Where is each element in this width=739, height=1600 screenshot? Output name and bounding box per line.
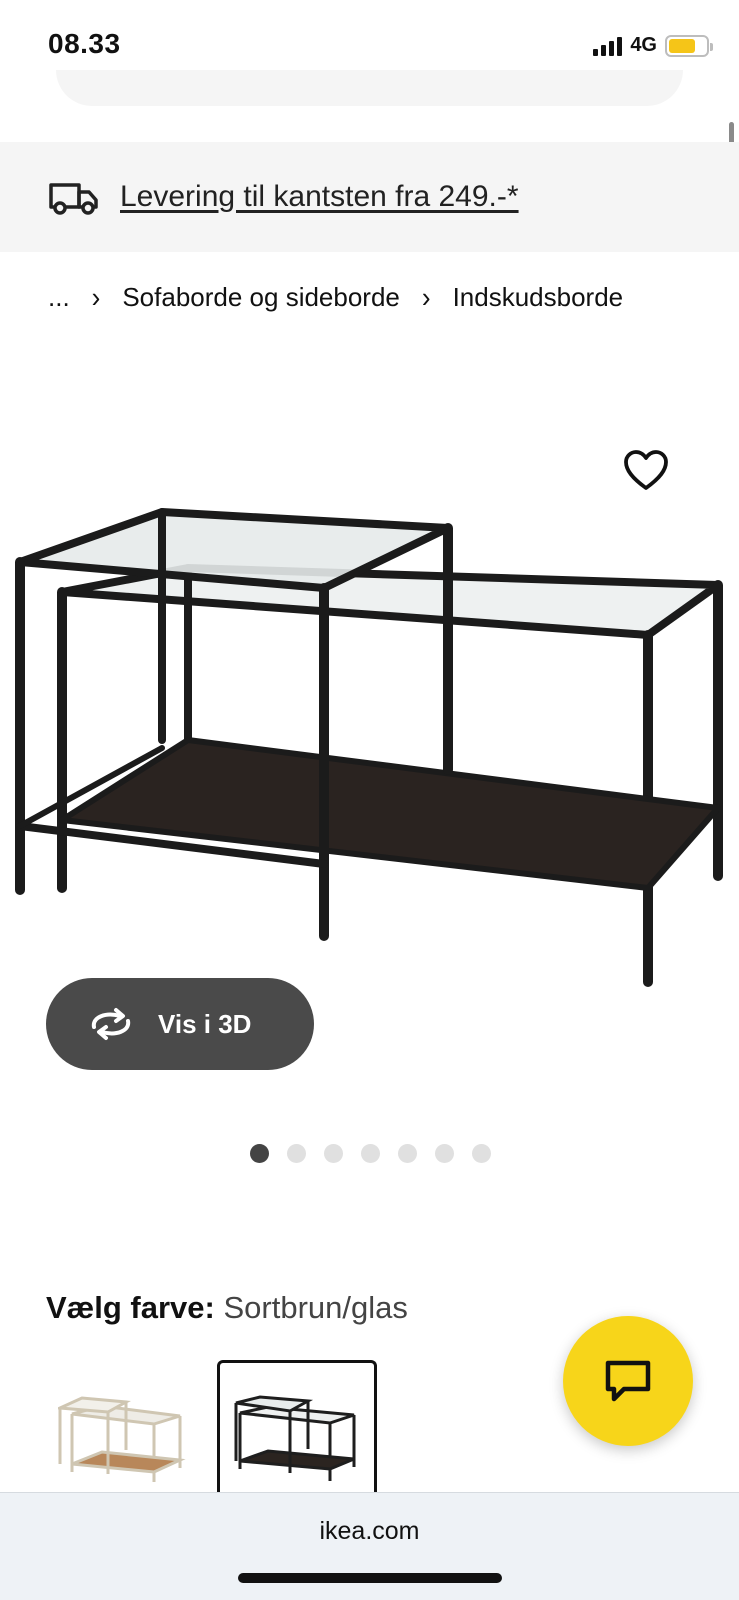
delivery-banner[interactable]: Levering til kantsten fra 249.-* [0,142,739,252]
color-label-value: Sortbrun/glas [223,1290,408,1325]
status-time: 08.33 [48,28,121,59]
swatch-black-brown-image [234,1395,356,1481]
swatch-white-stain-image [54,1396,186,1482]
color-swatch-black-brown-selected[interactable] [217,1360,377,1500]
battery-icon [665,34,713,57]
home-indicator[interactable] [238,1573,502,1583]
carousel-dot[interactable] [287,1144,306,1163]
color-selector-label: Vælg farve: Sortbrun/glas [46,1290,408,1326]
signal-icon [593,36,623,56]
breadcrumb-item-indskudsborde[interactable]: Indskudsborde [453,282,624,313]
delivery-link[interactable]: Levering til kantsten fra 249.-* [120,180,519,214]
view-3d-label: Vis i 3D [158,1008,252,1039]
carousel-indicator [250,1144,491,1163]
color-label-title: Vælg farve: [46,1290,215,1325]
url-text[interactable]: ikea.com [0,1517,739,1546]
carousel-dot[interactable] [361,1144,380,1163]
rotate-3d-icon [91,1008,131,1040]
carousel-dot[interactable] [324,1144,343,1163]
status-indicators: 4G [593,34,713,57]
product-image[interactable] [0,440,739,1000]
search-bar-edge [56,70,683,106]
breadcrumb-item-sofaborde[interactable]: Sofaborde og sideborde [122,282,400,313]
carousel-dot[interactable] [472,1144,491,1163]
network-type: 4G [630,34,657,56]
chat-button[interactable] [563,1316,693,1446]
carousel-dot[interactable] [250,1144,269,1163]
chevron-right-icon: › [91,280,101,314]
breadcrumb-ellipsis[interactable]: ... [48,282,70,313]
truck-icon [49,183,98,215]
carousel-dot[interactable] [398,1144,417,1163]
breadcrumb: ... › Sofaborde og sideborde › Indskudsb… [48,280,624,314]
view-3d-button[interactable]: Vis i 3D [46,978,314,1070]
browser-address-bar: ikea.com [0,1492,739,1600]
heart-outline-icon[interactable] [622,448,670,492]
color-swatch-white-stain[interactable] [54,1360,218,1500]
chevron-right-icon: › [421,280,431,314]
chat-bubble-icon [605,1360,651,1402]
carousel-dot[interactable] [435,1144,454,1163]
